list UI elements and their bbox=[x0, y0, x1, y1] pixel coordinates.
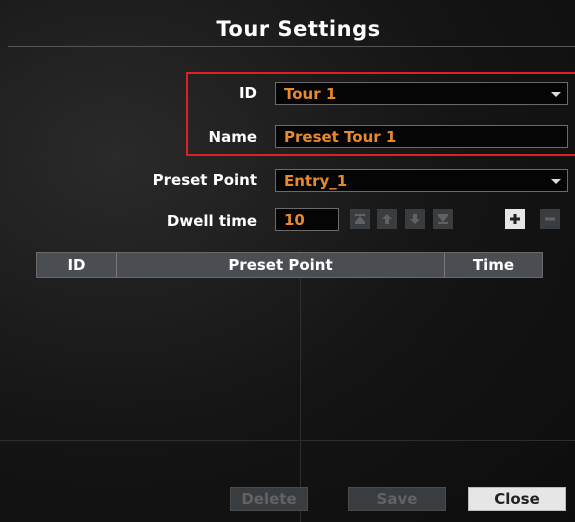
remove-icon bbox=[544, 213, 556, 225]
move-bottom-icon bbox=[437, 213, 449, 225]
column-header-time[interactable]: Time bbox=[445, 253, 542, 277]
move-down-button[interactable] bbox=[405, 209, 425, 229]
move-top-button[interactable] bbox=[350, 209, 370, 229]
remove-preset-button[interactable] bbox=[540, 209, 560, 229]
chevron-down-icon bbox=[551, 179, 561, 184]
preset-point-select[interactable]: Entry_1 bbox=[275, 169, 568, 192]
delete-button[interactable]: Delete bbox=[230, 487, 308, 511]
move-up-icon bbox=[381, 213, 393, 225]
move-bottom-button[interactable] bbox=[433, 209, 453, 229]
preset-point-label: Preset Point bbox=[152, 171, 257, 189]
close-button[interactable]: Close bbox=[468, 487, 566, 511]
dwell-time-label: Dwell time bbox=[166, 212, 257, 230]
preset-point-select-value: Entry_1 bbox=[284, 172, 348, 190]
dwell-time-input-value: 10 bbox=[284, 211, 305, 229]
highlight-box bbox=[186, 72, 575, 156]
move-up-button[interactable] bbox=[377, 209, 397, 229]
title-divider bbox=[8, 46, 575, 47]
save-button[interactable]: Save bbox=[348, 487, 446, 511]
column-header-preset-point[interactable]: Preset Point bbox=[117, 253, 445, 277]
tour-table-body bbox=[36, 278, 543, 468]
dwell-time-input[interactable]: 10 bbox=[275, 208, 339, 231]
tour-settings-dialog: Tour Settings ID Tour 1 Name Preset Tour… bbox=[0, 0, 575, 522]
column-header-id[interactable]: ID bbox=[37, 253, 117, 277]
move-down-icon bbox=[409, 213, 421, 225]
add-preset-button[interactable] bbox=[505, 209, 525, 229]
dialog-title: Tour Settings bbox=[216, 17, 381, 41]
move-top-icon bbox=[354, 213, 366, 225]
add-icon bbox=[509, 213, 521, 225]
tour-table-header: ID Preset Point Time bbox=[36, 252, 543, 278]
